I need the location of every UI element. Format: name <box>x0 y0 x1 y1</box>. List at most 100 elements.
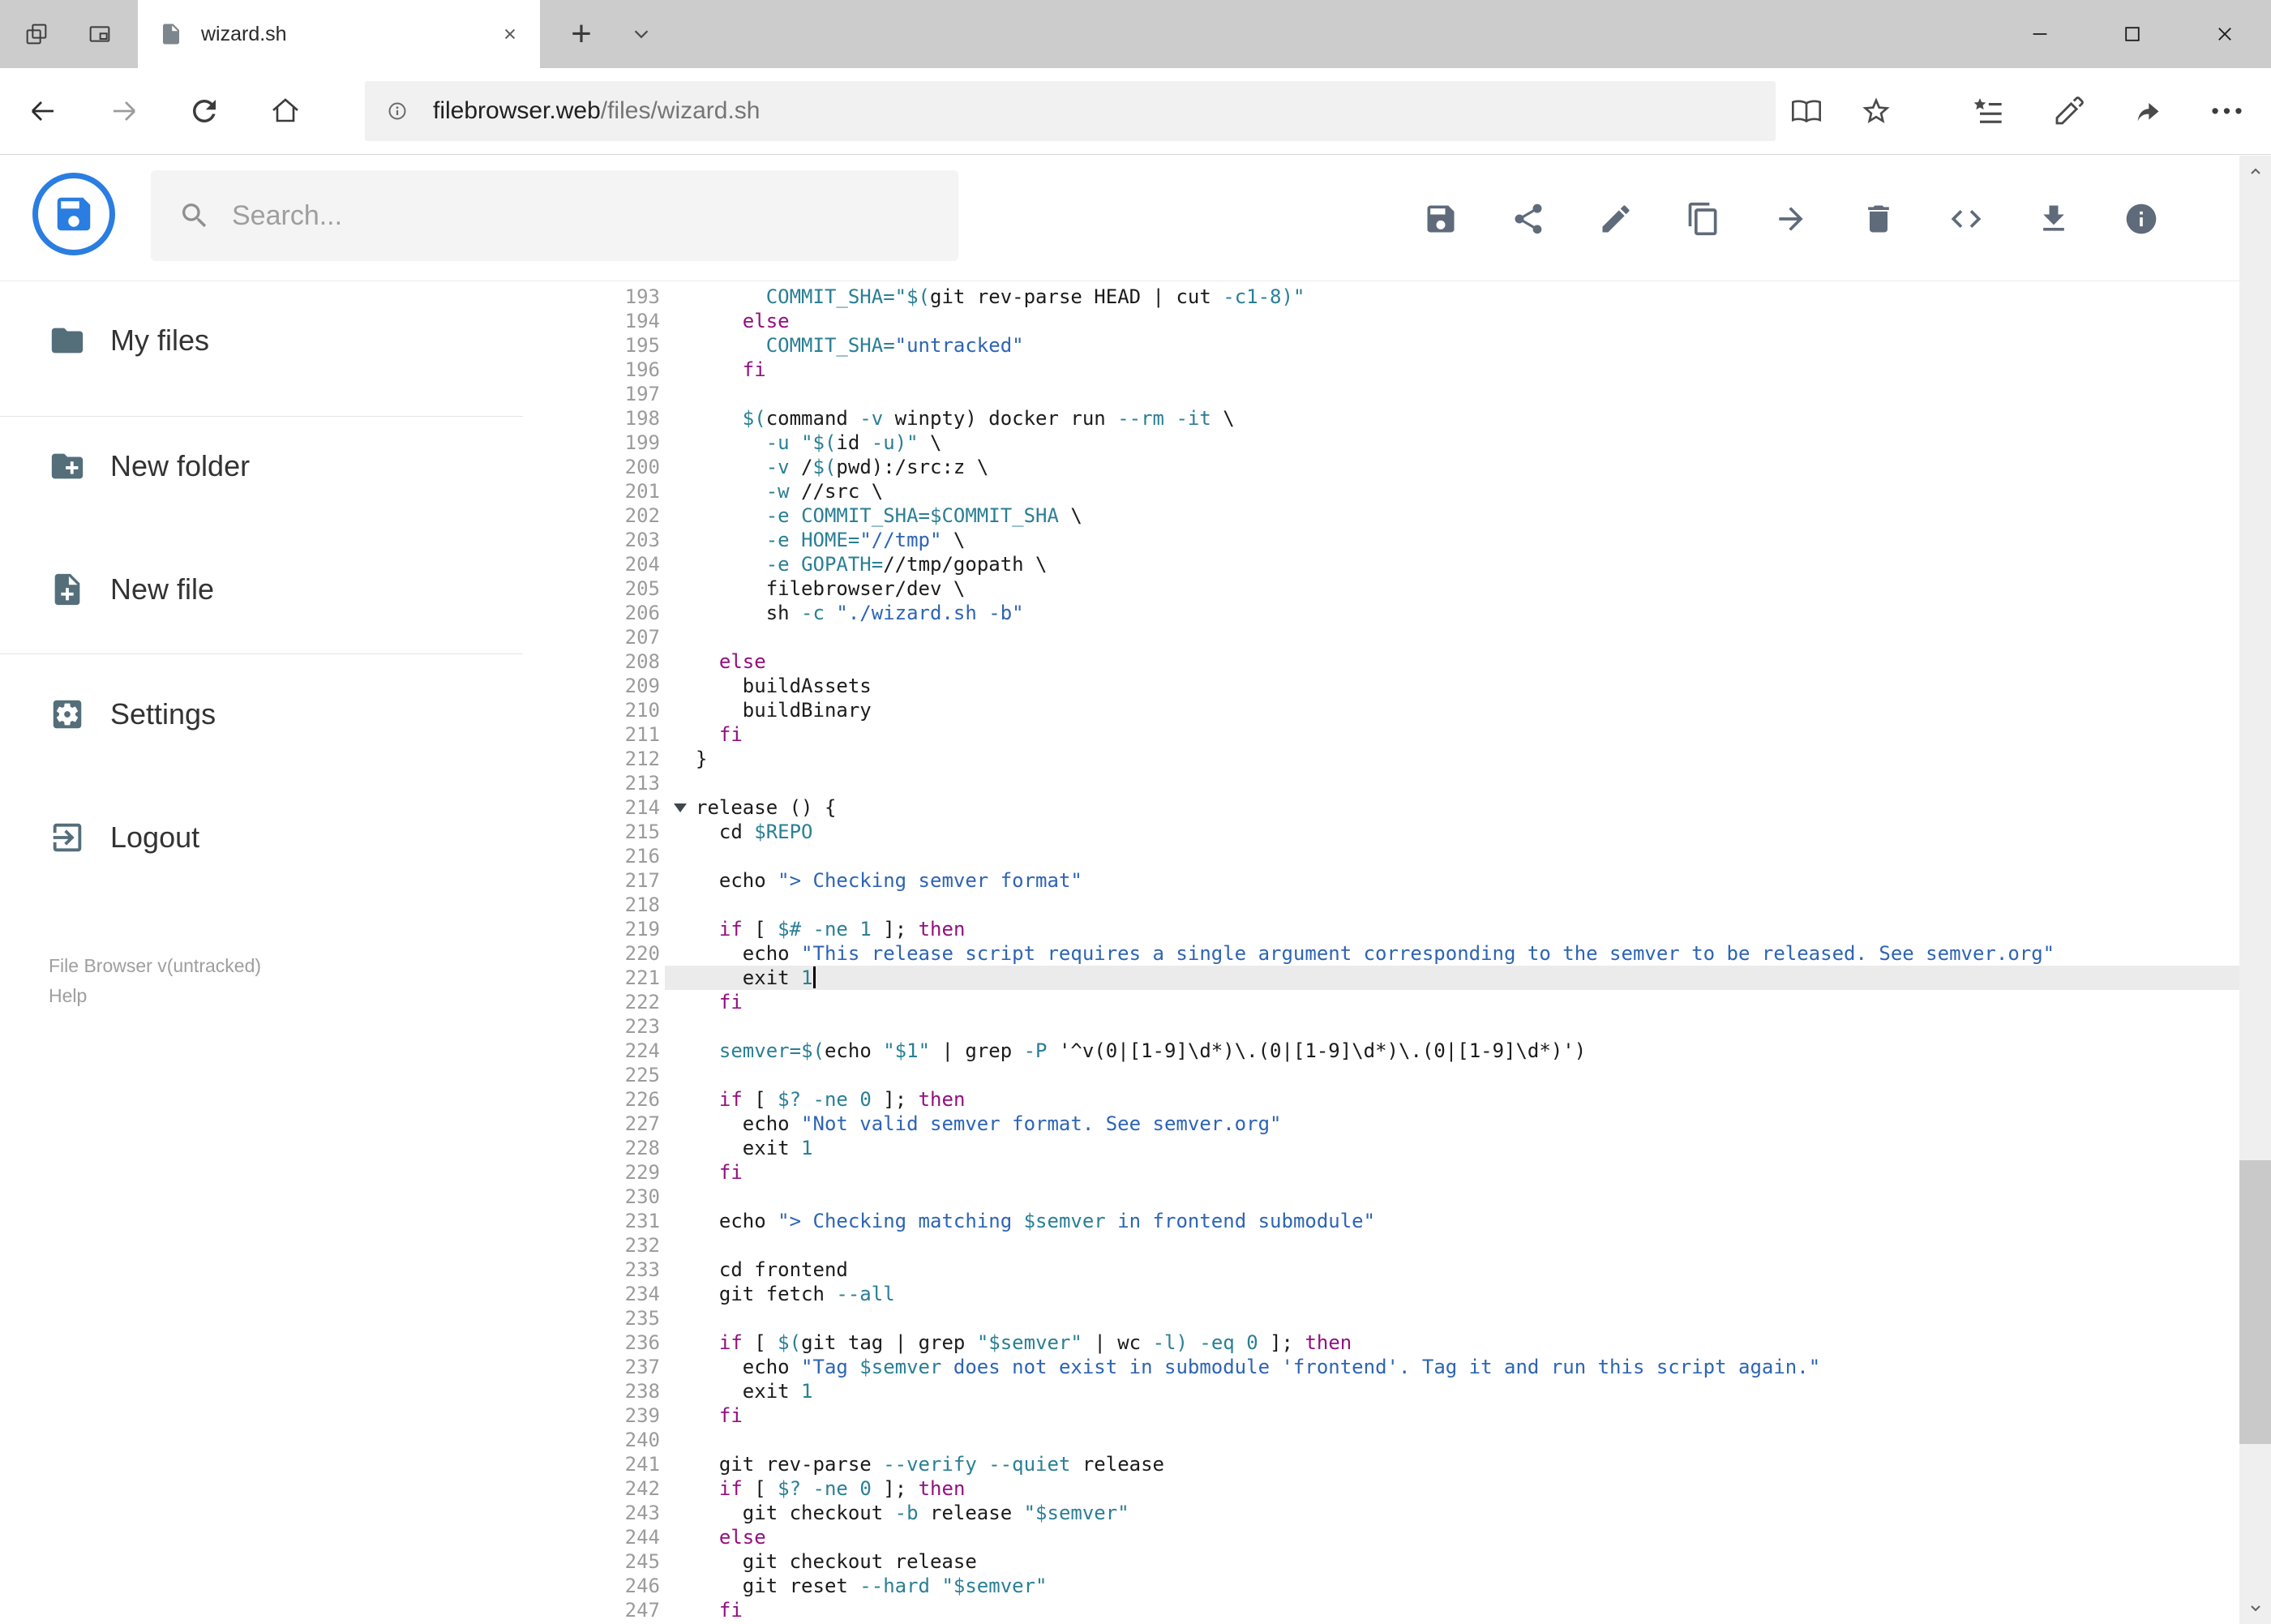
refresh-button[interactable] <box>178 85 230 137</box>
code-line[interactable]: 247 fi <box>523 1598 2239 1622</box>
delete-button[interactable] <box>1856 196 1901 242</box>
rename-button[interactable] <box>1593 196 1639 242</box>
code-line[interactable]: 219 if [ $# -ne 1 ]; then <box>523 917 2239 941</box>
scroll-up-button[interactable] <box>2239 156 2271 188</box>
tab-preview-chevron-button[interactable] <box>616 0 666 68</box>
code-line[interactable]: 194 else <box>523 309 2239 333</box>
code-line[interactable]: 238 exit 1 <box>523 1379 2239 1403</box>
reading-view-button[interactable] <box>1780 85 1832 137</box>
code-line[interactable]: 203 -e HOME="//tmp" \ <box>523 528 2239 552</box>
search-input[interactable] <box>232 199 934 232</box>
code-line[interactable]: 241 git rev-parse --verify --quiet relea… <box>523 1452 2239 1476</box>
code-line[interactable]: 243 git checkout -b release "$semver" <box>523 1501 2239 1525</box>
download-button[interactable] <box>2031 196 2076 242</box>
add-favorite-button[interactable] <box>1850 85 1902 137</box>
favorites-hub-button[interactable] <box>1962 85 2014 137</box>
sidebar-item-settings[interactable]: Settings <box>0 670 523 759</box>
code-line[interactable]: 237 echo "Tag $semver does not exist in … <box>523 1355 2239 1379</box>
help-link[interactable]: Help <box>49 987 261 1005</box>
share-button[interactable] <box>1506 196 1551 242</box>
code-line[interactable]: 223 <box>523 1014 2239 1039</box>
code-line[interactable]: 215 cd $REPO <box>523 820 2239 844</box>
code-line[interactable]: 230 <box>523 1185 2239 1209</box>
code-line[interactable]: 209 buildAssets <box>523 674 2239 698</box>
code-line[interactable]: 246 git reset --hard "$semver" <box>523 1574 2239 1598</box>
code-line[interactable]: 212} <box>523 747 2239 771</box>
sidebar-item-logout[interactable]: Logout <box>0 793 523 882</box>
code-line[interactable]: 225 <box>523 1063 2239 1087</box>
code-line[interactable]: 210 buildBinary <box>523 698 2239 722</box>
code-line[interactable]: 221 exit 1 <box>523 966 2239 990</box>
code-line[interactable]: 240 <box>523 1428 2239 1452</box>
code-line[interactable]: 228 exit 1 <box>523 1136 2239 1160</box>
code-line[interactable]: 220 echo "This release script requires a… <box>523 941 2239 966</box>
code-line[interactable]: 227 echo "Not valid semver format. See s… <box>523 1112 2239 1136</box>
fold-arrow-icon[interactable] <box>674 803 687 812</box>
code-line[interactable]: 214 release () { <box>523 795 2239 820</box>
move-button[interactable] <box>1768 196 1814 242</box>
home-button[interactable] <box>259 85 311 137</box>
save-button[interactable] <box>1418 196 1463 242</box>
browser-tab-wizard-sh[interactable]: wizard.sh <box>138 0 540 68</box>
source-code-button[interactable] <box>1943 196 1989 242</box>
search-box[interactable] <box>151 170 958 261</box>
new-tab-button[interactable]: + <box>558 0 605 68</box>
code-line[interactable]: 206 sh -c "./wizard.sh -b" <box>523 601 2239 625</box>
settings-and-more-button[interactable]: ••• <box>2200 85 2257 137</box>
code-line[interactable]: 222 fi <box>523 990 2239 1014</box>
code-line[interactable]: 198 $(command -v winpty) docker run --rm… <box>523 406 2239 431</box>
web-note-button[interactable] <box>2043 85 2095 137</box>
close-tab-button[interactable] <box>495 19 525 49</box>
tabs-preview-button[interactable] <box>75 6 125 62</box>
close-window-button[interactable] <box>2179 0 2271 68</box>
code-line[interactable]: 244 else <box>523 1525 2239 1549</box>
code-line[interactable]: 193 COMMIT_SHA="$(git rev-parse HEAD | c… <box>523 285 2239 309</box>
code-line[interactable]: 211 fi <box>523 722 2239 747</box>
code-line[interactable]: 202 -e COMMIT_SHA=$COMMIT_SHA \ <box>523 503 2239 528</box>
code-line[interactable]: 207 <box>523 625 2239 649</box>
code-line[interactable]: 213 <box>523 771 2239 795</box>
code-line[interactable]: 245 git checkout release <box>523 1549 2239 1574</box>
address-bar[interactable]: filebrowser.web/files/wizard.sh <box>365 81 1776 141</box>
site-info-icon[interactable] <box>383 96 412 126</box>
code-line[interactable]: 224 semver=$(echo "$1" | grep -P '^v(0|[… <box>523 1039 2239 1063</box>
code-line[interactable]: 208 else <box>523 649 2239 674</box>
code-line[interactable]: 201 -w //src \ <box>523 479 2239 503</box>
code-line[interactable]: 199 -u "$(id -u)" \ <box>523 431 2239 455</box>
code-line[interactable]: 229 fi <box>523 1160 2239 1185</box>
code-line[interactable]: 226 if [ $? -ne 0 ]; then <box>523 1087 2239 1112</box>
code-line[interactable]: 217 echo "> Checking semver format" <box>523 868 2239 893</box>
code-line[interactable]: 204 -e GOPATH=//tmp/gopath \ <box>523 552 2239 576</box>
code-line[interactable]: 232 <box>523 1233 2239 1258</box>
copy-button[interactable] <box>1681 196 1726 242</box>
share-page-button[interactable] <box>2123 85 2175 137</box>
code-line[interactable]: 239 fi <box>523 1403 2239 1428</box>
sidebar-item-new-folder[interactable]: New folder <box>0 422 523 511</box>
code-line[interactable]: 234 git fetch --all <box>523 1282 2239 1306</box>
code-line[interactable]: 196 fi <box>523 358 2239 382</box>
sidebar-item-my-files[interactable]: My files <box>0 296 523 385</box>
minimize-button[interactable] <box>1994 0 2086 68</box>
forward-button[interactable] <box>99 85 151 137</box>
code-line[interactable]: 197 <box>523 382 2239 406</box>
code-line[interactable]: 218 <box>523 893 2239 917</box>
code-line[interactable]: 231 echo "> Checking matching $semver in… <box>523 1209 2239 1233</box>
code-line[interactable]: 242 if [ $? -ne 0 ]; then <box>523 1476 2239 1501</box>
set-tabs-aside-button[interactable] <box>11 6 62 62</box>
sidebar-item-new-file[interactable]: New file <box>0 545 523 634</box>
code-line[interactable]: 216 <box>523 844 2239 868</box>
code-line[interactable]: 205 filebrowser/dev \ <box>523 576 2239 601</box>
page-scrollbar[interactable] <box>2239 156 2271 1624</box>
code-editor[interactable]: 193 COMMIT_SHA="$(git rev-parse HEAD | c… <box>523 281 2239 1624</box>
code-line[interactable]: 235 <box>523 1306 2239 1330</box>
scroll-down-button[interactable] <box>2239 1592 2271 1624</box>
code-line[interactable]: 236 if [ $(git tag | grep "$semver" | wc… <box>523 1330 2239 1355</box>
code-line[interactable]: 195 COMMIT_SHA="untracked" <box>523 333 2239 358</box>
code-line[interactable]: 200 -v /$(pwd):/src:z \ <box>523 455 2239 479</box>
scrollbar-thumb[interactable] <box>2239 1160 2271 1444</box>
maximize-button[interactable] <box>2086 0 2179 68</box>
code-line[interactable]: 233 cd frontend <box>523 1258 2239 1282</box>
info-button[interactable] <box>2119 196 2164 242</box>
back-button[interactable] <box>16 85 68 137</box>
filebrowser-logo[interactable] <box>32 173 115 255</box>
